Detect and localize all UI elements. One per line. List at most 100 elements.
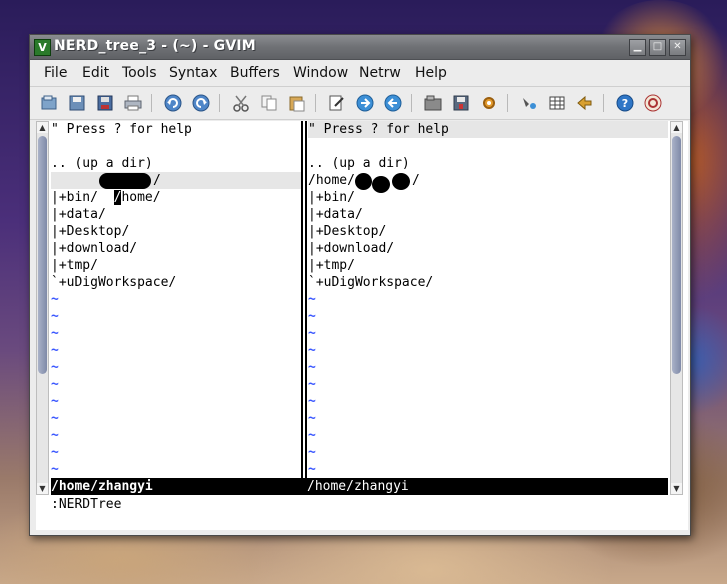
menu-syntax[interactable]: Syntax [169,65,217,81]
find-help-icon[interactable] [643,93,663,113]
root-dir-suffix: / [153,173,161,188]
tree-node-data[interactable]: |+data/ [51,206,106,223]
title-bar[interactable]: V NERD_tree_3 - (~) - GVIM ▁ □ ✕ [30,35,690,60]
menu-netrw[interactable]: Netrw [359,65,401,81]
save-icon[interactable] [67,93,87,113]
menu-buffers[interactable]: Buffers [230,65,280,81]
menu-window[interactable]: Window [293,65,348,81]
tree-node-bin[interactable]: |+bin/ [51,189,98,206]
nerdtree-right-pane[interactable]: " Press ? for help .. (up a dir) /home/ … [308,121,668,477]
jump-tag-icon[interactable] [575,93,595,113]
make-icon[interactable] [519,93,539,113]
save-all-icon[interactable] [95,93,115,113]
tree-node-data[interactable]: |+data/ [308,206,363,223]
toolbar-separator [411,94,412,112]
tree-node-download[interactable]: |+download/ [51,240,137,257]
open-icon[interactable] [39,93,59,113]
redaction-mark [99,173,151,189]
toolbar-separator [315,94,316,112]
right-scrollbar[interactable]: ▲ ▼ [670,121,683,495]
editor-area[interactable]: ▲ ▼ ▲ ▼ " Press ? for help .. (up a dir)… [36,121,688,530]
redaction-mark [355,173,372,190]
empty-line-tilde: ~ [308,411,316,426]
root-dir-text: home/ [121,190,161,205]
root-dir-suffix: / [412,173,420,188]
help-icon[interactable]: ? [615,93,635,113]
gvim-window: V NERD_tree_3 - (~) - GVIM ▁ □ ✕ File Ed… [29,34,691,536]
up-dir-line[interactable]: .. (up a dir) [308,155,410,172]
empty-line-tilde: ~ [51,377,59,392]
find-prev-icon[interactable] [383,93,403,113]
menu-file[interactable]: File [44,65,67,81]
menu-edit[interactable]: Edit [82,65,109,81]
cut-icon[interactable] [231,93,251,113]
nerdtree-left-pane[interactable]: " Press ? for help .. (up a dir) /home/ … [51,121,301,477]
maximize-button[interactable]: □ [649,39,666,56]
toolbar-separator [603,94,604,112]
scroll-up-icon[interactable]: ▲ [671,122,682,133]
left-window-status: /home/zhangyi [51,479,153,494]
empty-line-tilde: ~ [51,343,59,358]
redo-icon[interactable] [191,93,211,113]
empty-line-tilde: ~ [308,343,316,358]
tree-node-udigworkspace[interactable]: `+uDigWorkspace/ [51,274,176,291]
redaction-mark [372,176,390,193]
window-title: NERD_tree_3 - (~) - GVIM [54,38,256,54]
menu-help[interactable]: Help [415,65,447,81]
help-hint-line: " Press ? for help [308,121,668,138]
scrollbar-thumb[interactable] [672,136,681,374]
find-replace-icon[interactable] [327,93,347,113]
vim-app-icon: V [34,39,51,56]
empty-line-tilde: ~ [51,411,59,426]
menu-tools[interactable]: Tools [122,65,157,81]
minimize-button[interactable]: ▁ [629,39,646,56]
tree-node-tmp[interactable]: |+tmp/ [308,257,355,274]
help-hint-line: " Press ? for help [51,122,192,137]
build-tags-icon[interactable] [547,93,567,113]
scrollbar-thumb[interactable] [38,136,47,374]
empty-line-tilde: ~ [51,292,59,307]
empty-line-tilde: ~ [308,377,316,392]
menu-bar: File Edit Tools Syntax Buffers Window Ne… [30,60,690,87]
status-line: /home/zhangyi /home/zhangyi [51,478,668,495]
run-script-icon[interactable] [479,93,499,113]
tree-node-udigworkspace[interactable]: `+uDigWorkspace/ [308,274,433,291]
empty-line-tilde: ~ [51,428,59,443]
empty-line-tilde: ~ [308,445,316,460]
empty-line-tilde: ~ [51,309,59,324]
close-button[interactable]: ✕ [669,39,686,56]
copy-icon[interactable] [259,93,279,113]
scroll-down-icon[interactable]: ▼ [37,483,48,494]
empty-line-tilde: ~ [51,394,59,409]
empty-line-tilde: ~ [308,462,316,477]
empty-line-tilde: ~ [308,292,316,307]
print-icon[interactable] [123,93,143,113]
left-scrollbar[interactable]: ▲ ▼ [36,121,49,495]
up-dir-line[interactable]: .. (up a dir) [51,155,153,172]
empty-line-tilde: ~ [51,326,59,341]
tree-node-desktop[interactable]: |+Desktop/ [51,223,129,240]
load-session-icon[interactable] [423,93,443,113]
empty-line-tilde: ~ [308,309,316,324]
tree-node-bin[interactable]: |+bin/ [308,189,355,206]
toolbar: ? [30,87,690,120]
toolbar-separator [507,94,508,112]
empty-line-tilde: ~ [51,462,59,477]
undo-icon[interactable] [163,93,183,113]
tree-node-desktop[interactable]: |+Desktop/ [308,223,386,240]
command-line[interactable]: :NERDTree [51,496,668,530]
empty-line-tilde: ~ [308,360,316,375]
svg-text:?: ? [622,97,628,110]
toolbar-separator [151,94,152,112]
tree-node-tmp[interactable]: |+tmp/ [51,257,98,274]
paste-icon[interactable] [287,93,307,113]
root-dir-line[interactable]: / home/ [51,172,301,205]
empty-line-tilde: ~ [51,360,59,375]
save-session-icon[interactable] [451,93,471,113]
empty-line-tilde: ~ [308,326,316,341]
root-dir-line[interactable]: /home/ [308,172,355,189]
scroll-up-icon[interactable]: ▲ [37,122,48,133]
tree-node-download[interactable]: |+download/ [308,240,394,257]
find-next-icon[interactable] [355,93,375,113]
scroll-down-icon[interactable]: ▼ [671,483,682,494]
